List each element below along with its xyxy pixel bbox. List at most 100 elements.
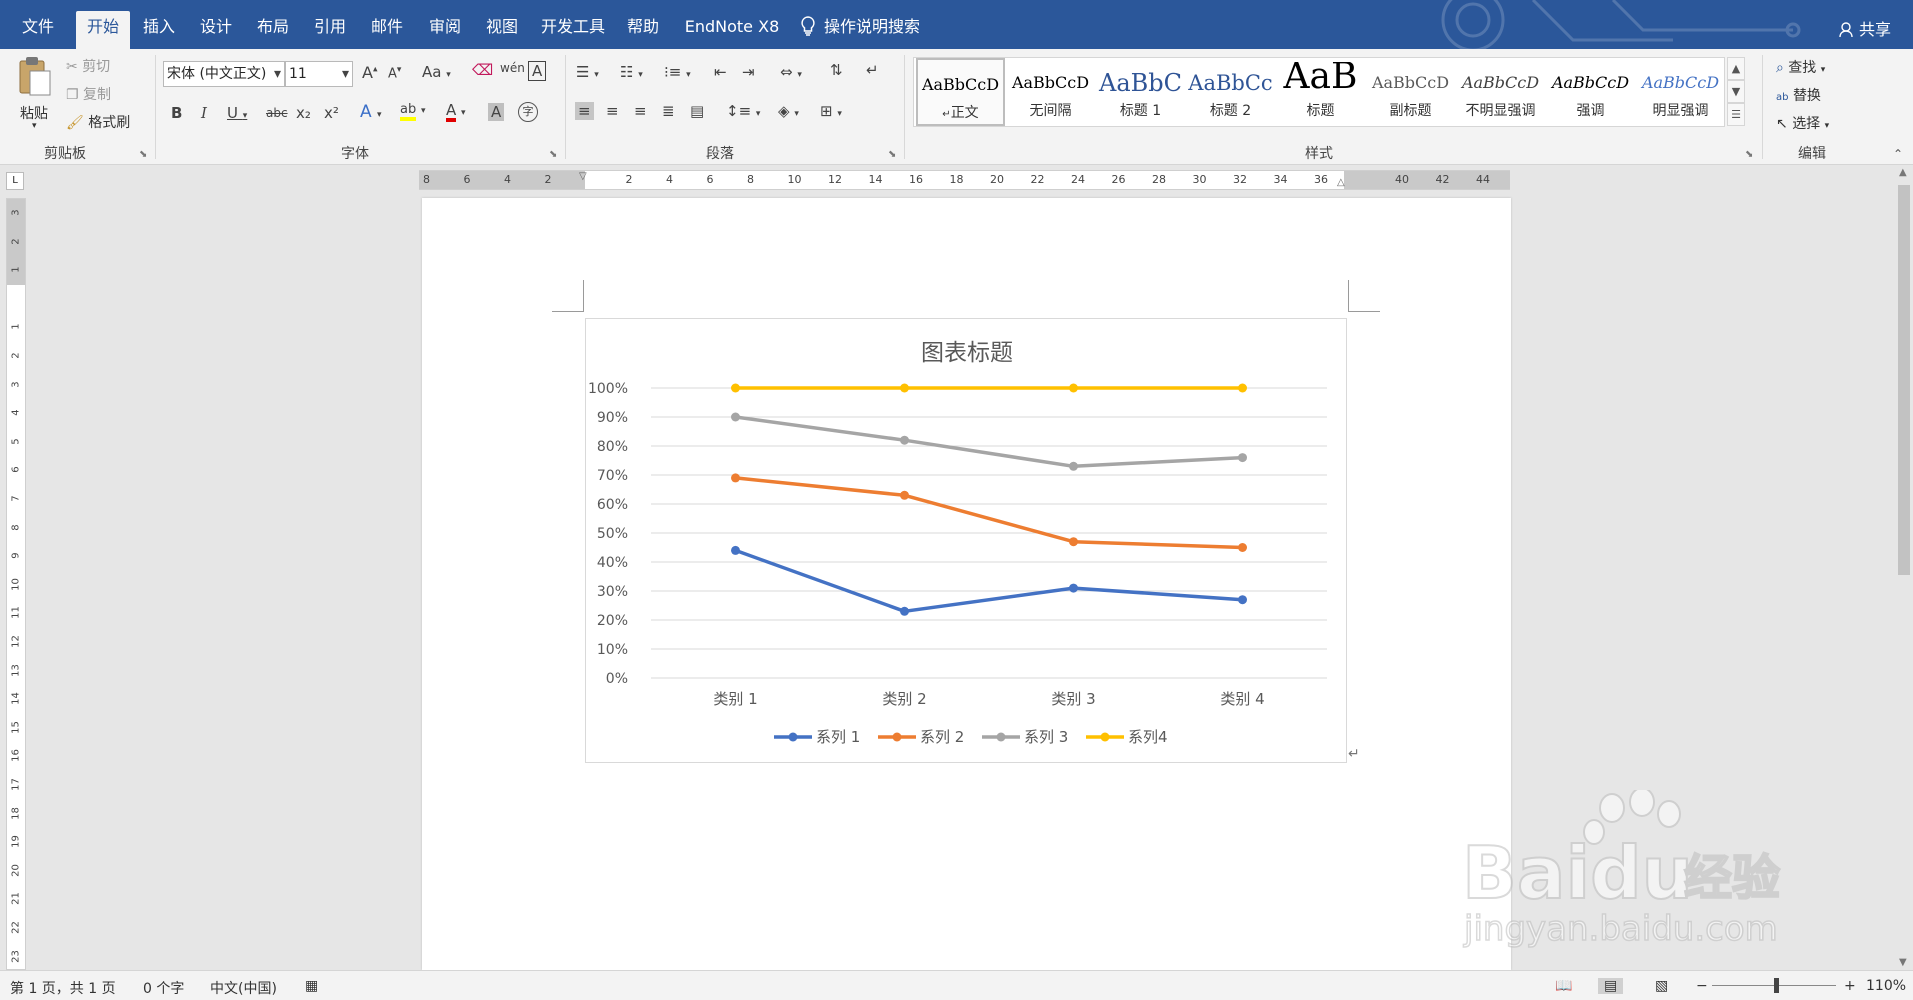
style-normal[interactable]: AaBbCcD ↵正文 <box>916 58 1005 126</box>
scroll-down-icon[interactable]: ▼ <box>1899 957 1907 968</box>
data-point[interactable] <box>1238 543 1247 552</box>
series-line[interactable] <box>735 476 1243 550</box>
gallery-scroll-up-icon[interactable]: ▲ <box>1727 57 1745 80</box>
tab-endnote[interactable]: EndNote X8 <box>680 11 784 49</box>
asian-layout-button[interactable]: ⇔ ▾ <box>780 63 802 81</box>
paragraph-launcher-icon[interactable]: ⬊ <box>888 149 896 160</box>
font-color-button[interactable]: A ▾ <box>446 101 466 122</box>
scroll-up-icon[interactable]: ▲ <box>1899 167 1907 178</box>
styles-launcher-icon[interactable]: ⬊ <box>1745 149 1753 160</box>
underline-button[interactable]: U ▾ <box>227 104 247 122</box>
vertical-scrollbar[interactable]: ▲ ▼ <box>1895 165 1913 970</box>
print-layout-icon[interactable]: ▤ <box>1598 978 1624 994</box>
character-border-button[interactable]: A <box>528 61 547 81</box>
replace-button[interactable]: ab 替换 <box>1776 85 1821 105</box>
data-point[interactable] <box>1069 583 1078 593</box>
legend-item[interactable]: 系列 2 <box>878 728 964 746</box>
style-intense-emphasis[interactable]: AaBbCcD 明显强调 <box>1636 58 1725 126</box>
font-name-combo[interactable]: 宋体 (中文正文) ▾ <box>163 61 285 87</box>
data-point[interactable] <box>731 473 740 483</box>
legend-item[interactable]: 系列4 <box>1086 728 1168 746</box>
tab-design[interactable]: 设计 <box>193 11 239 49</box>
cut-button[interactable]: ✂ 剪切 <box>66 56 110 76</box>
data-point[interactable] <box>731 545 740 555</box>
web-layout-icon[interactable]: ▧ <box>1655 978 1668 994</box>
zoom-in-icon[interactable]: + <box>1844 978 1856 994</box>
tab-mailings[interactable]: 邮件 <box>364 11 410 49</box>
zoom-out-icon[interactable]: − <box>1696 978 1708 994</box>
numbering-button[interactable]: ☷ ▾ <box>620 63 643 81</box>
macro-record-icon[interactable]: ▦ <box>305 978 318 994</box>
data-point[interactable] <box>1238 383 1247 393</box>
data-point[interactable] <box>731 412 740 422</box>
style-heading-1[interactable]: AaBbC 标题 1 <box>1096 58 1185 126</box>
align-right-button[interactable]: ≡ <box>634 102 647 120</box>
style-subtitle[interactable]: AaBbCcD 副标题 <box>1366 58 1455 126</box>
tab-home[interactable]: 开始 <box>76 11 130 49</box>
find-button[interactable]: ⌕ 查找 ▾ <box>1776 57 1825 77</box>
data-point[interactable] <box>731 383 740 393</box>
series-4[interactable] <box>731 383 1247 393</box>
tab-help[interactable]: 帮助 <box>620 11 666 49</box>
enclose-characters-button[interactable]: 字 <box>518 102 538 122</box>
subscript-button[interactable]: x₂ <box>296 104 311 122</box>
font-launcher-icon[interactable]: ⬊ <box>549 149 557 160</box>
page-count[interactable]: 第 1 页，共 1 页 <box>10 978 116 998</box>
style-subtle-emphasis[interactable]: AaBbCcD 不明显强调 <box>1456 58 1545 126</box>
increase-indent-button[interactable]: ⇥ <box>742 63 755 81</box>
gallery-scroll-down-icon[interactable]: ▼ <box>1727 80 1745 103</box>
format-painter-button[interactable]: 🖌 格式刷 <box>66 112 130 132</box>
tab-selector[interactable]: L <box>6 172 24 190</box>
sort-button[interactable]: ⇅ <box>830 61 843 79</box>
font-size-combo[interactable]: 11 ▾ <box>285 61 353 87</box>
data-point[interactable] <box>900 606 909 616</box>
legend-item[interactable]: 系列 3 <box>982 728 1068 746</box>
select-button[interactable]: ↖ 选择 ▾ <box>1776 113 1829 133</box>
horizontal-ruler[interactable]: 8 6 4 2 2 4 6 8 10 12 14 16 18 20 22 24 26 28 30 32 34 36 40 42… <box>419 170 1510 190</box>
change-case-button[interactable]: Aa ▾ <box>422 63 451 81</box>
highlight-button[interactable]: ab ▾ <box>400 99 426 121</box>
tab-developer[interactable]: 开发工具 <box>538 11 608 49</box>
word-count[interactable]: 0 个字 <box>143 978 184 998</box>
show-marks-button[interactable]: ↵ <box>866 61 879 79</box>
align-center-button[interactable]: ≡ <box>606 102 619 120</box>
tab-references[interactable]: 引用 <box>307 11 353 49</box>
clear-format-button[interactable]: ⌫ <box>472 61 493 79</box>
data-point[interactable] <box>1069 461 1078 471</box>
data-point[interactable] <box>1069 383 1078 393</box>
tab-insert[interactable]: 插入 <box>136 11 182 49</box>
read-mode-icon[interactable]: 📖 <box>1555 978 1572 994</box>
shrink-font-button[interactable]: A▾ <box>388 65 401 81</box>
data-point[interactable] <box>1069 537 1078 547</box>
shading-button[interactable]: ◈ ▾ <box>778 102 799 120</box>
phonetic-guide-button[interactable]: wén <box>500 61 525 75</box>
justify-button[interactable]: ≣ <box>662 102 675 120</box>
scrollbar-thumb[interactable] <box>1898 185 1910 575</box>
series-3[interactable] <box>731 412 1247 471</box>
line-chart[interactable]: 图表标题 0% 10% 20% 30% 40% 50% 60% 70% 80% 90% 100% 类… <box>585 318 1347 763</box>
zoom-slider-thumb[interactable] <box>1774 978 1779 993</box>
data-point[interactable] <box>900 383 909 393</box>
vertical-ruler[interactable]: 3 2 1 1 2 3 4 5 6 7 8 9 10 11 12 13 14 15 16 17 18 19 20 21 22 23 <box>6 198 26 970</box>
collapse-ribbon-icon[interactable]: ⌃ <box>1893 147 1903 161</box>
style-title[interactable]: AaB 标题 <box>1276 58 1365 126</box>
superscript-button[interactable]: x² <box>324 104 339 122</box>
multilevel-list-button[interactable]: ⁝≡ ▾ <box>664 63 691 81</box>
distributed-button[interactable]: ▤ <box>690 102 704 120</box>
tab-file[interactable]: 文件 <box>14 11 62 49</box>
data-point[interactable] <box>900 435 909 445</box>
language-indicator[interactable]: 中文(中国) <box>210 978 277 998</box>
chart-title[interactable]: 图表标题 <box>921 340 1013 366</box>
series-line[interactable] <box>735 415 1243 469</box>
character-shading-button[interactable]: A <box>488 103 505 121</box>
style-emphasis[interactable]: AaBbCcD 强调 <box>1546 58 1635 126</box>
tab-review[interactable]: 审阅 <box>422 11 468 49</box>
text-effects-button[interactable]: A ▾ <box>360 102 382 122</box>
tab-layout[interactable]: 布局 <box>250 11 296 49</box>
paste-button[interactable]: 粘贴 ▾ <box>14 55 58 135</box>
series-2[interactable] <box>731 473 1247 552</box>
copy-button[interactable]: ❐ 复制 <box>66 84 111 104</box>
series-1[interactable] <box>731 545 1247 616</box>
style-no-spacing[interactable]: AaBbCcD 无间隔 <box>1006 58 1095 126</box>
series-line[interactable] <box>734 548 1243 614</box>
